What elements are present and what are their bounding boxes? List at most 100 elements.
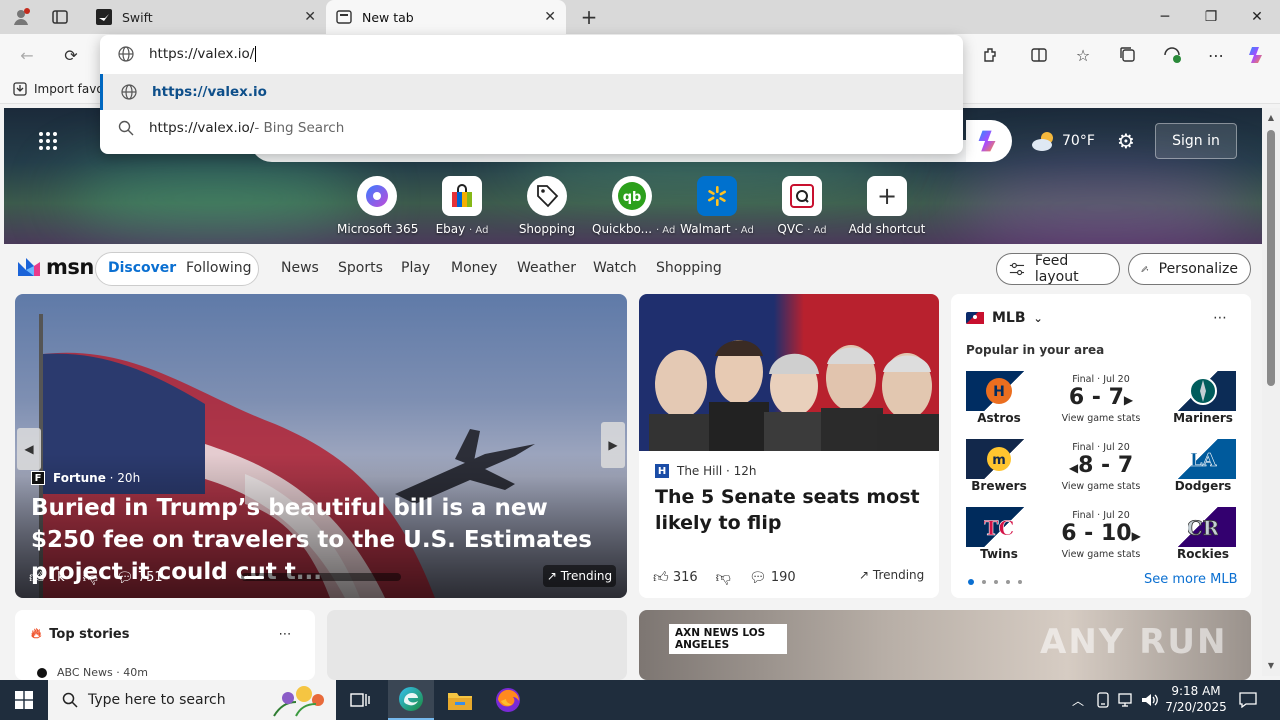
nav-shopping[interactable]: Shopping xyxy=(656,260,722,276)
search-highlight-flowers-icon xyxy=(273,686,324,717)
hero-story-card[interactable]: ◀ ▶ F Fortune · 20h Buried in Trump’s be… xyxy=(15,294,627,598)
suggestion-url[interactable]: https://valex.io xyxy=(100,74,963,110)
nav-money[interactable]: Money xyxy=(451,260,497,276)
taskbar-search-box[interactable]: Type here to search xyxy=(48,680,336,720)
import-icon xyxy=(13,82,27,96)
close-tab-icon[interactable]: ✕ xyxy=(544,9,556,25)
personalize-button[interactable]: Personalize xyxy=(1128,253,1251,285)
tab-following[interactable]: Following xyxy=(186,260,252,276)
minimize-button[interactable]: ─ xyxy=(1142,0,1188,34)
weather-widget[interactable]: 70°F xyxy=(1030,130,1095,152)
feed-layout-button[interactable]: Feed layout xyxy=(996,253,1120,285)
dislike-icon[interactable]: 👎︎ xyxy=(83,568,98,587)
plus-icon: + xyxy=(867,176,907,216)
tab-new-tab[interactable]: New tab ✕ xyxy=(326,0,566,34)
extensions-icon[interactable] xyxy=(980,44,1002,66)
collections-icon[interactable] xyxy=(1117,44,1139,66)
svg-text:m: m xyxy=(992,453,1006,468)
address-input[interactable]: https://valex.io/ xyxy=(149,46,254,62)
copilot-search-icon[interactable] xyxy=(966,120,1012,162)
team-brewers[interactable]: m Brewers xyxy=(966,439,1032,497)
taskbar-file-explorer-icon[interactable] xyxy=(438,680,482,720)
split-screen-icon[interactable] xyxy=(1028,44,1050,66)
scroll-down-arrow-icon[interactable]: ▼ xyxy=(1262,658,1280,672)
close-tab-icon[interactable]: ✕ xyxy=(304,9,316,25)
shortcut-walmart[interactable]: Walmart · Ad xyxy=(677,176,757,236)
tab-actions-icon[interactable] xyxy=(50,7,70,27)
axn-news-banner: AXN NEWS LOS ANGELES xyxy=(669,624,787,654)
back-arrow-icon[interactable]: ← xyxy=(16,44,38,66)
more-menu-icon[interactable]: ⋯ xyxy=(1205,44,1227,66)
import-favorites-item[interactable]: Import favor xyxy=(12,81,109,97)
mlb-pagination-dots[interactable] xyxy=(968,579,1022,585)
device-icon[interactable] xyxy=(1094,680,1112,720)
carousel-prev-button[interactable]: ◀ xyxy=(17,428,41,470)
top-stories-more-icon[interactable]: ⋯ xyxy=(273,624,297,644)
shortcut-quickbooks[interactable]: qb Quickbo... · Ad xyxy=(592,176,675,236)
network-icon[interactable] xyxy=(1116,680,1136,720)
like-icon[interactable]: 👍︎ xyxy=(653,568,669,587)
senate-story-headline[interactable]: The 5 Senate seats most likely to flip xyxy=(655,484,925,536)
add-shortcut-button[interactable]: + Add shortcut xyxy=(847,176,927,236)
tab-swift[interactable]: Swift ✕ xyxy=(86,0,326,34)
volume-icon[interactable] xyxy=(1140,680,1160,720)
see-more-mlb-link[interactable]: See more MLB xyxy=(1144,572,1238,587)
mlb-game-row[interactable]: TC Twins Final · Jul 20 6 - 10▶ View gam… xyxy=(966,507,1236,565)
taskbar-clock[interactable]: 9:18 AM 7/20/2025 xyxy=(1164,683,1228,715)
apps-grid-icon[interactable] xyxy=(36,129,60,153)
carousel-dots[interactable] xyxy=(241,573,401,581)
mlb-more-options-icon[interactable]: ⋯ xyxy=(1208,308,1232,328)
comments-icon[interactable]: 💬︎ xyxy=(116,570,134,586)
start-windows-icon[interactable] xyxy=(0,680,48,720)
favorites-star-icon[interactable]: ☆ xyxy=(1072,44,1094,66)
shortcut-shopping[interactable]: Shopping xyxy=(507,176,587,236)
mlb-game-row[interactable]: H Astros Final · Jul 20 6 - 7▶ View game… xyxy=(966,371,1236,429)
dislike-icon[interactable]: 👎︎ xyxy=(716,568,731,587)
nav-sports[interactable]: Sports xyxy=(338,260,383,276)
like-icon[interactable]: 👍︎ xyxy=(29,568,45,587)
shopping-tag-icon xyxy=(527,176,567,216)
copilot-icon[interactable] xyxy=(1246,44,1268,66)
show-hidden-icons-chevron-icon[interactable]: ︿ xyxy=(1068,680,1088,720)
any-run-watermark: ANY RUN xyxy=(1040,622,1228,662)
team-dodgers[interactable]: LA Dodgers xyxy=(1170,439,1236,497)
nav-watch[interactable]: Watch xyxy=(593,260,637,276)
sign-in-button[interactable]: Sign in xyxy=(1155,123,1237,159)
shortcut-microsoft-365[interactable]: Microsoft 365 xyxy=(337,176,418,236)
nav-play[interactable]: Play xyxy=(401,260,430,276)
settings-gear-icon[interactable]: ⚙ xyxy=(1114,129,1138,153)
browser-essentials-icon[interactable] xyxy=(1161,44,1183,66)
restore-button[interactable]: ❐ xyxy=(1188,0,1234,34)
carousel-next-button[interactable]: ▶ xyxy=(601,422,625,468)
tab-discover[interactable]: Discover xyxy=(108,260,176,276)
comments-icon[interactable]: 💬︎ xyxy=(749,570,767,586)
taskbar-edge-icon[interactable] xyxy=(388,680,434,720)
suggestion-bing-search[interactable]: https://valex.io/ - Bing Search xyxy=(100,110,963,146)
scroll-thumb[interactable] xyxy=(1267,130,1275,386)
new-tab-plus-icon[interactable]: + xyxy=(578,5,600,29)
profile-icon[interactable] xyxy=(10,6,32,28)
team-astros[interactable]: H Astros xyxy=(966,371,1032,429)
shortcut-ebay[interactable]: Ebay · Ad xyxy=(422,176,502,236)
vertical-scrollbar[interactable]: ▲ ▼ xyxy=(1262,108,1280,676)
close-window-button[interactable]: ✕ xyxy=(1234,0,1280,34)
taskbar-firefox-icon[interactable] xyxy=(486,680,530,720)
address-bar[interactable]: https://valex.io/ xyxy=(100,36,963,72)
senators-image xyxy=(639,294,939,451)
team-twins[interactable]: TC Twins xyxy=(966,507,1032,565)
the-hill-logo-icon: H xyxy=(655,464,669,478)
refresh-icon[interactable]: ⟳ xyxy=(60,44,82,66)
notifications-icon[interactable] xyxy=(1234,680,1262,720)
nav-news[interactable]: News xyxy=(281,260,319,276)
msn-logo[interactable]: msn xyxy=(16,255,94,279)
shortcut-qvc[interactable]: QVC · Ad xyxy=(762,176,842,236)
team-rockies[interactable]: CR Rockies xyxy=(1170,507,1236,565)
svg-text:LA: LA xyxy=(1190,450,1218,471)
mlb-header[interactable]: MLB ⌄ xyxy=(966,310,1043,326)
nav-weather[interactable]: Weather xyxy=(517,260,576,276)
task-view-icon[interactable] xyxy=(340,680,380,720)
senate-story-card[interactable]: H The Hill · 12h The 5 Senate seats most… xyxy=(639,294,939,598)
scroll-up-arrow-icon[interactable]: ▲ xyxy=(1262,110,1280,124)
team-mariners[interactable]: Mariners xyxy=(1170,371,1236,429)
mlb-game-row[interactable]: m Brewers Final · Jul 20 ◀8 - 7 View gam… xyxy=(966,439,1236,497)
